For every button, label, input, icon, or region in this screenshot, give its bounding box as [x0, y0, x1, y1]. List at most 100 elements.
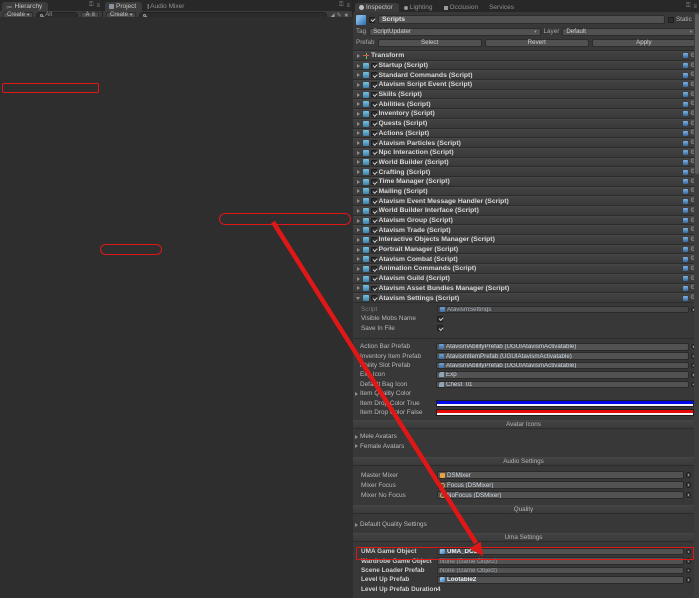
object-picker-icon[interactable] — [686, 492, 692, 498]
component-header[interactable]: Atavism Particles (Script) ⚙ — [353, 138, 699, 148]
help-icon[interactable] — [683, 121, 688, 126]
object-picker-icon[interactable] — [686, 549, 692, 555]
component-enabled-checkbox[interactable] — [371, 227, 377, 233]
component-header[interactable]: Mailing (Script) ⚙ — [353, 187, 699, 197]
help-icon[interactable] — [683, 218, 688, 223]
expand-arrow-icon[interactable] — [354, 434, 359, 439]
object-picker-icon[interactable] — [686, 482, 692, 488]
help-icon[interactable] — [683, 286, 688, 291]
layer-dropdown[interactable]: Default▾ — [562, 28, 696, 36]
property-row[interactable]: Master Mixer DSMixer — [353, 470, 694, 480]
property-checkbox[interactable] — [437, 325, 443, 331]
expand-arrow-icon[interactable] — [354, 522, 359, 527]
component-enabled-checkbox[interactable] — [371, 150, 377, 156]
help-icon[interactable] — [683, 247, 688, 252]
lock-icon[interactable]: ⚿ — [686, 3, 691, 10]
expand-arrow-icon[interactable] — [356, 199, 361, 204]
help-icon[interactable] — [683, 150, 688, 155]
object-field[interactable]: Exp — [436, 371, 689, 379]
help-icon[interactable] — [683, 257, 688, 262]
expand-arrow-icon[interactable] — [356, 111, 361, 116]
object-field[interactable]: AtavismSettings — [437, 306, 689, 314]
component-enabled-checkbox[interactable] — [371, 276, 377, 282]
component-header[interactable]: Inventory (Script) ⚙ — [353, 109, 699, 119]
component-enabled-checkbox[interactable] — [371, 218, 377, 224]
vertical-scrollbar[interactable] — [694, 12, 699, 598]
help-icon[interactable] — [683, 82, 688, 87]
property-row[interactable]: Wardrobe Game Object None (Game Object) … — [353, 556, 694, 565]
property-row[interactable]: UMA Game Object UMA_DCS UMA_DCS — [353, 547, 694, 556]
expand-arrow-icon[interactable] — [356, 131, 361, 136]
prefab-action-button[interactable]: Apply — [592, 39, 696, 47]
help-icon[interactable] — [683, 63, 688, 68]
component-enabled-checkbox[interactable] — [371, 189, 377, 195]
help-icon[interactable] — [683, 92, 688, 97]
property-row[interactable]: Item Drop Color False — [353, 408, 699, 417]
component-header[interactable]: Crafting (Script) ⚙ — [353, 167, 699, 177]
expand-arrow-icon[interactable] — [354, 391, 359, 396]
lock-icon[interactable]: ⚿ — [89, 2, 94, 9]
help-icon[interactable] — [683, 208, 688, 213]
expand-arrow-icon[interactable] — [356, 276, 361, 281]
tab-lighting[interactable]: Lighting — [400, 3, 439, 12]
component-enabled-checkbox[interactable] — [371, 121, 377, 127]
component-enabled-checkbox[interactable] — [371, 237, 377, 243]
expand-arrow-icon[interactable] — [354, 401, 359, 406]
property-row[interactable]: Level Up Prefab Lootable2 Lootable2 — [353, 575, 694, 584]
help-icon[interactable] — [683, 111, 688, 116]
tag-dropdown[interactable]: ScriptUpdater▾ — [369, 28, 540, 36]
help-icon[interactable] — [683, 170, 688, 175]
expand-arrow-icon[interactable] — [356, 266, 361, 271]
color-swatch[interactable] — [436, 400, 694, 407]
object-picker-icon[interactable] — [686, 558, 692, 564]
expand-arrow-icon[interactable] — [356, 247, 361, 252]
expand-arrow-icon[interactable] — [356, 150, 361, 155]
gameobject-name-field[interactable]: Scripts — [378, 15, 665, 24]
tab-occlusion[interactable]: Occlusion — [440, 3, 485, 12]
panel-menu-icon[interactable]: ≡ — [346, 3, 350, 9]
static-checkbox[interactable] — [668, 17, 674, 23]
help-icon[interactable] — [683, 199, 688, 204]
panel-menu-icon[interactable]: ≡ — [693, 4, 697, 10]
help-icon[interactable] — [683, 141, 688, 146]
component-header[interactable]: World Builder (Script) ⚙ — [353, 158, 699, 168]
expand-arrow-icon[interactable] — [356, 92, 361, 97]
prefab-action-button[interactable]: Revert — [485, 39, 589, 47]
lock-icon[interactable]: ⚿ — [339, 2, 344, 9]
panel-menu-icon[interactable]: ≡ — [96, 3, 100, 9]
tab-inspector[interactable]: Inspector — [355, 3, 399, 12]
tab-audio-mixer[interactable]: |||Audio Mixer — [143, 2, 190, 11]
component-enabled-checkbox[interactable] — [371, 72, 377, 78]
expand-arrow-icon[interactable] — [356, 170, 361, 175]
component-header[interactable]: Animation Commands (Script) ⚙ — [353, 264, 699, 274]
object-field[interactable]: DSMixer — [437, 471, 684, 479]
component-enabled-checkbox[interactable] — [371, 257, 377, 263]
property-row[interactable]: Item Drop Color True — [353, 398, 699, 407]
component-enabled-checkbox[interactable] — [371, 140, 377, 146]
expand-arrow-icon[interactable] — [356, 296, 361, 301]
component-header[interactable]: Atavism Trade (Script) ⚙ — [353, 225, 699, 235]
expand-arrow-icon[interactable] — [354, 363, 359, 368]
expand-arrow-icon[interactable] — [354, 410, 359, 415]
foldout-row[interactable]: Mele Avatars — [353, 432, 694, 441]
expand-arrow-icon[interactable] — [356, 218, 361, 223]
component-enabled-checkbox[interactable] — [371, 131, 377, 137]
expand-arrow-icon[interactable] — [356, 286, 361, 291]
property-row[interactable]: Script AtavismSettings — [353, 305, 699, 314]
component-enabled-checkbox[interactable] — [371, 63, 377, 69]
help-icon[interactable] — [683, 276, 688, 281]
property-row[interactable]: Ability Slot Prefab AtavismAbilityPrefab… — [353, 361, 699, 370]
property-row[interactable]: Mixer Focus Focus (DSMixer) — [353, 480, 694, 490]
expand-arrow-icon[interactable] — [356, 189, 361, 194]
property-row[interactable]: Action Bar Prefab AtavismAbilityPrefab (… — [353, 342, 699, 351]
property-row[interactable]: Item Quality Color — [353, 389, 699, 398]
component-enabled-checkbox[interactable] — [371, 160, 377, 166]
object-picker-icon[interactable] — [686, 577, 692, 583]
property-row[interactable]: Inventory Item Prefab AtavismItemPrefab … — [353, 351, 699, 360]
object-field[interactable]: NoFocus (DSMixer) — [437, 491, 684, 499]
foldout-row[interactable]: Female Avatars — [353, 441, 694, 450]
component-header[interactable]: Atavism Group (Script) ⚙ — [353, 216, 699, 226]
component-enabled-checkbox[interactable] — [371, 102, 377, 108]
help-icon[interactable] — [683, 53, 688, 58]
foldout-row[interactable]: Default Quality Settings — [353, 520, 694, 529]
